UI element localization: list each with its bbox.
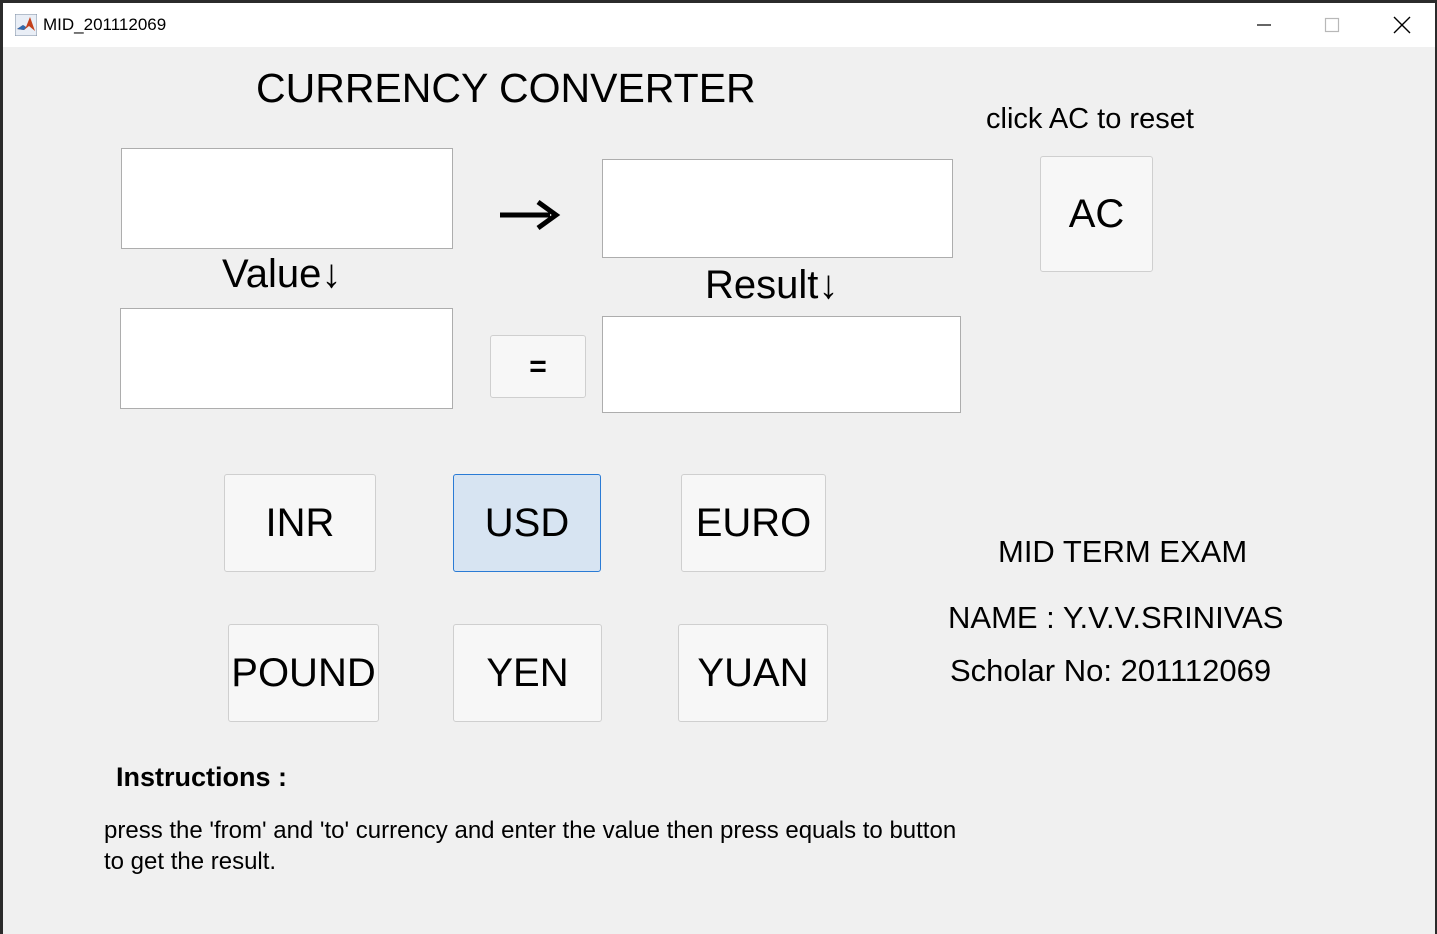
yen-button[interactable]: YEN [453, 624, 602, 722]
minimize-button[interactable] [1229, 3, 1299, 47]
ac-reset-button[interactable]: AC [1040, 156, 1153, 272]
matlab-icon [15, 14, 37, 36]
maximize-icon [1324, 17, 1340, 33]
window-title: MID_201112069 [43, 15, 167, 34]
arrow-right-icon [500, 199, 561, 231]
value-label: Value↓ [222, 252, 342, 296]
app-window: MID_201112069 CURRENCY CONVERTER click A… [3, 3, 1435, 934]
maximize-button[interactable] [1297, 3, 1367, 47]
euro-button[interactable]: EURO [681, 474, 826, 572]
usd-button[interactable]: USD [453, 474, 601, 572]
result-label: Result↓ [705, 263, 839, 307]
equals-button[interactable]: = [490, 335, 586, 398]
instructions-line-2: to get the result. [104, 848, 277, 875]
from-currency-display [121, 148, 453, 249]
inr-button[interactable]: INR [224, 474, 376, 572]
title-bar: MID_201112069 [3, 3, 1435, 47]
yuan-button[interactable]: YUAN [678, 624, 828, 722]
student-name: NAME : Y.V.V.SRINIVAS [948, 600, 1284, 635]
instructions-line-1: press the 'from' and 'to' currency and e… [104, 817, 957, 844]
result-output [602, 316, 961, 413]
close-icon [1393, 16, 1411, 34]
close-button[interactable] [1367, 3, 1437, 47]
converter-panel: CURRENCY CONVERTER click AC to reset AC … [3, 47, 1435, 934]
reset-hint: click AC to reset [986, 103, 1194, 135]
pound-button[interactable]: POUND [228, 624, 379, 722]
instructions-heading: Instructions : [116, 762, 288, 792]
scholar-number: Scholar No: 201112069 [950, 653, 1272, 688]
minimize-icon [1257, 24, 1271, 26]
app-heading: CURRENCY CONVERTER [256, 65, 756, 111]
to-currency-display [602, 159, 953, 258]
value-input[interactable] [120, 308, 453, 409]
exam-title: MID TERM EXAM [998, 534, 1248, 569]
